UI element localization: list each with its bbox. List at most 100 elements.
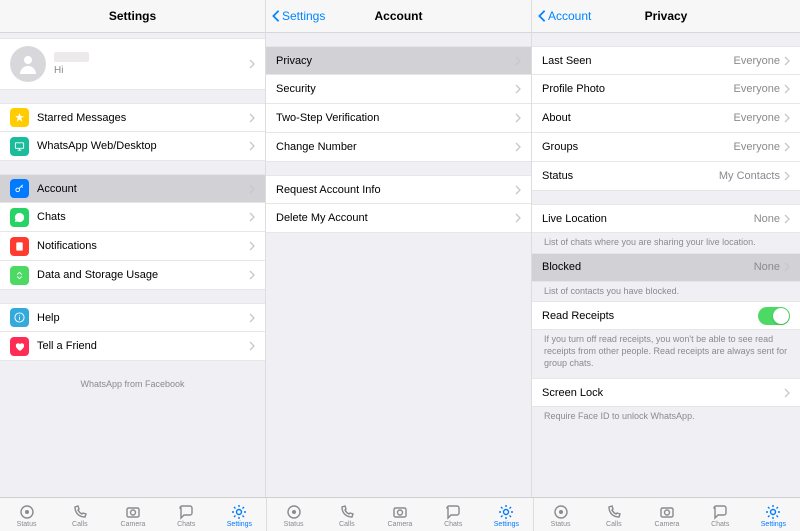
navbar: Account Privacy <box>532 0 800 33</box>
row-notifications[interactable]: Notifications <box>0 232 265 261</box>
row-about[interactable]: About Everyone <box>532 104 800 133</box>
row-lastseen[interactable]: Last Seen Everyone <box>532 46 800 75</box>
data-icon <box>10 266 29 285</box>
row-groups[interactable]: Groups Everyone <box>532 133 800 162</box>
navbar: Settings Account <box>266 0 531 33</box>
tab-camera[interactable]: Camera <box>640 498 693 531</box>
row-reqinfo[interactable]: Request Account Info <box>266 175 531 204</box>
chevron-right-icon <box>784 56 790 66</box>
notification-icon <box>10 237 29 256</box>
row-blocked[interactable]: Blocked None <box>532 253 800 282</box>
tab-chats[interactable]: Chats <box>160 498 213 531</box>
nav-title: Settings <box>0 9 265 23</box>
row-readreceipts: Read Receipts <box>532 301 800 330</box>
tab-status[interactable]: Status <box>0 498 53 531</box>
profile-name <box>54 52 89 62</box>
tab-camera[interactable]: Camera <box>106 498 159 531</box>
tab-calls[interactable]: Calls <box>320 498 373 531</box>
tab-settings[interactable]: Settings <box>213 498 266 531</box>
row-delete[interactable]: Delete My Account <box>266 204 531 233</box>
tab-calls[interactable]: Calls <box>53 498 106 531</box>
profile-row[interactable]: Hi <box>0 38 265 90</box>
chevron-right-icon <box>515 185 521 195</box>
row-screenlock[interactable]: Screen Lock <box>532 378 800 407</box>
settings-panel: Settings Hi Starred Messages WhatsApp We… <box>0 0 266 497</box>
settings-icon <box>765 502 781 520</box>
tab-chats[interactable]: Chats <box>694 498 747 531</box>
chevron-right-icon <box>249 212 255 222</box>
row-changenum[interactable]: Change Number <box>266 133 531 162</box>
chevron-right-icon <box>249 313 255 323</box>
chevron-right-icon <box>515 142 521 152</box>
tab-settings[interactable]: Settings <box>747 498 800 531</box>
navbar: Settings <box>0 0 265 33</box>
chevron-right-icon <box>784 171 790 181</box>
camera-icon <box>125 502 141 520</box>
chevron-right-icon <box>784 84 790 94</box>
footer-blocked: List of contacts you have blocked. <box>532 282 800 302</box>
camera-icon <box>392 502 408 520</box>
row-livelocation[interactable]: Live Location None <box>532 204 800 233</box>
back-button[interactable]: Settings <box>266 9 325 23</box>
status-icon <box>286 502 302 520</box>
privacy-panel: Account Privacy Last Seen Everyone Profi… <box>532 0 800 497</box>
chats-icon <box>445 502 461 520</box>
row-account[interactable]: Account <box>0 174 265 203</box>
camera-icon <box>659 502 675 520</box>
account-panel: Settings Account Privacy Security Two-St… <box>266 0 532 497</box>
calls-icon <box>72 502 88 520</box>
row-data[interactable]: Data and Storage Usage <box>0 261 265 290</box>
row-tell[interactable]: Tell a Friend <box>0 332 265 361</box>
chevron-right-icon <box>249 341 255 351</box>
chevron-right-icon <box>784 214 790 224</box>
tab-status[interactable]: Status <box>534 498 587 531</box>
tab-settings[interactable]: Settings <box>480 498 533 531</box>
chevron-right-icon <box>249 113 255 123</box>
chats-icon <box>712 502 728 520</box>
tabbar-seg-2: StatusCallsCameraChatsSettings <box>267 498 534 531</box>
footer-livelocation: List of chats where you are sharing your… <box>532 233 800 253</box>
tabbar: StatusCallsCameraChatsSettings StatusCal… <box>0 497 800 531</box>
profile-status: Hi <box>54 65 249 76</box>
star-icon <box>10 108 29 127</box>
tabbar-seg-1: StatusCallsCameraChatsSettings <box>0 498 267 531</box>
tab-status[interactable]: Status <box>267 498 320 531</box>
chevron-right-icon <box>249 59 255 69</box>
chevron-right-icon <box>784 142 790 152</box>
back-button[interactable]: Account <box>532 9 591 23</box>
tab-camera[interactable]: Camera <box>373 498 426 531</box>
row-webdesktop[interactable]: WhatsApp Web/Desktop <box>0 132 265 161</box>
row-starred[interactable]: Starred Messages <box>0 103 265 132</box>
chevron-right-icon <box>515 213 521 223</box>
row-security[interactable]: Security <box>266 75 531 104</box>
tab-calls[interactable]: Calls <box>587 498 640 531</box>
avatar-icon <box>10 46 46 82</box>
chevron-right-icon <box>249 184 255 194</box>
calls-icon <box>339 502 355 520</box>
chevron-right-icon <box>515 113 521 123</box>
readreceipts-toggle[interactable] <box>758 307 790 325</box>
chevron-right-icon <box>784 388 790 398</box>
row-privacy[interactable]: Privacy <box>266 46 531 75</box>
row-status[interactable]: Status My Contacts <box>532 162 800 191</box>
tab-chats[interactable]: Chats <box>427 498 480 531</box>
chevron-right-icon <box>784 113 790 123</box>
tabbar-seg-3: StatusCallsCameraChatsSettings <box>534 498 800 531</box>
key-icon <box>10 179 29 198</box>
footer-screenlock: Require Face ID to unlock WhatsApp. <box>532 407 800 427</box>
chevron-right-icon <box>515 56 521 66</box>
chevron-right-icon <box>784 262 790 272</box>
chats-icon <box>178 502 194 520</box>
row-help[interactable]: Help <box>0 303 265 332</box>
heart-icon <box>10 337 29 356</box>
calls-icon <box>606 502 622 520</box>
chevron-right-icon <box>249 141 255 151</box>
chevron-right-icon <box>249 270 255 280</box>
row-chats[interactable]: Chats <box>0 203 265 232</box>
chevron-right-icon <box>515 84 521 94</box>
row-twostep[interactable]: Two-Step Verification <box>266 104 531 133</box>
desktop-icon <box>10 137 29 156</box>
info-icon <box>10 308 29 327</box>
settings-icon <box>231 502 247 520</box>
row-profilephoto[interactable]: Profile Photo Everyone <box>532 75 800 104</box>
